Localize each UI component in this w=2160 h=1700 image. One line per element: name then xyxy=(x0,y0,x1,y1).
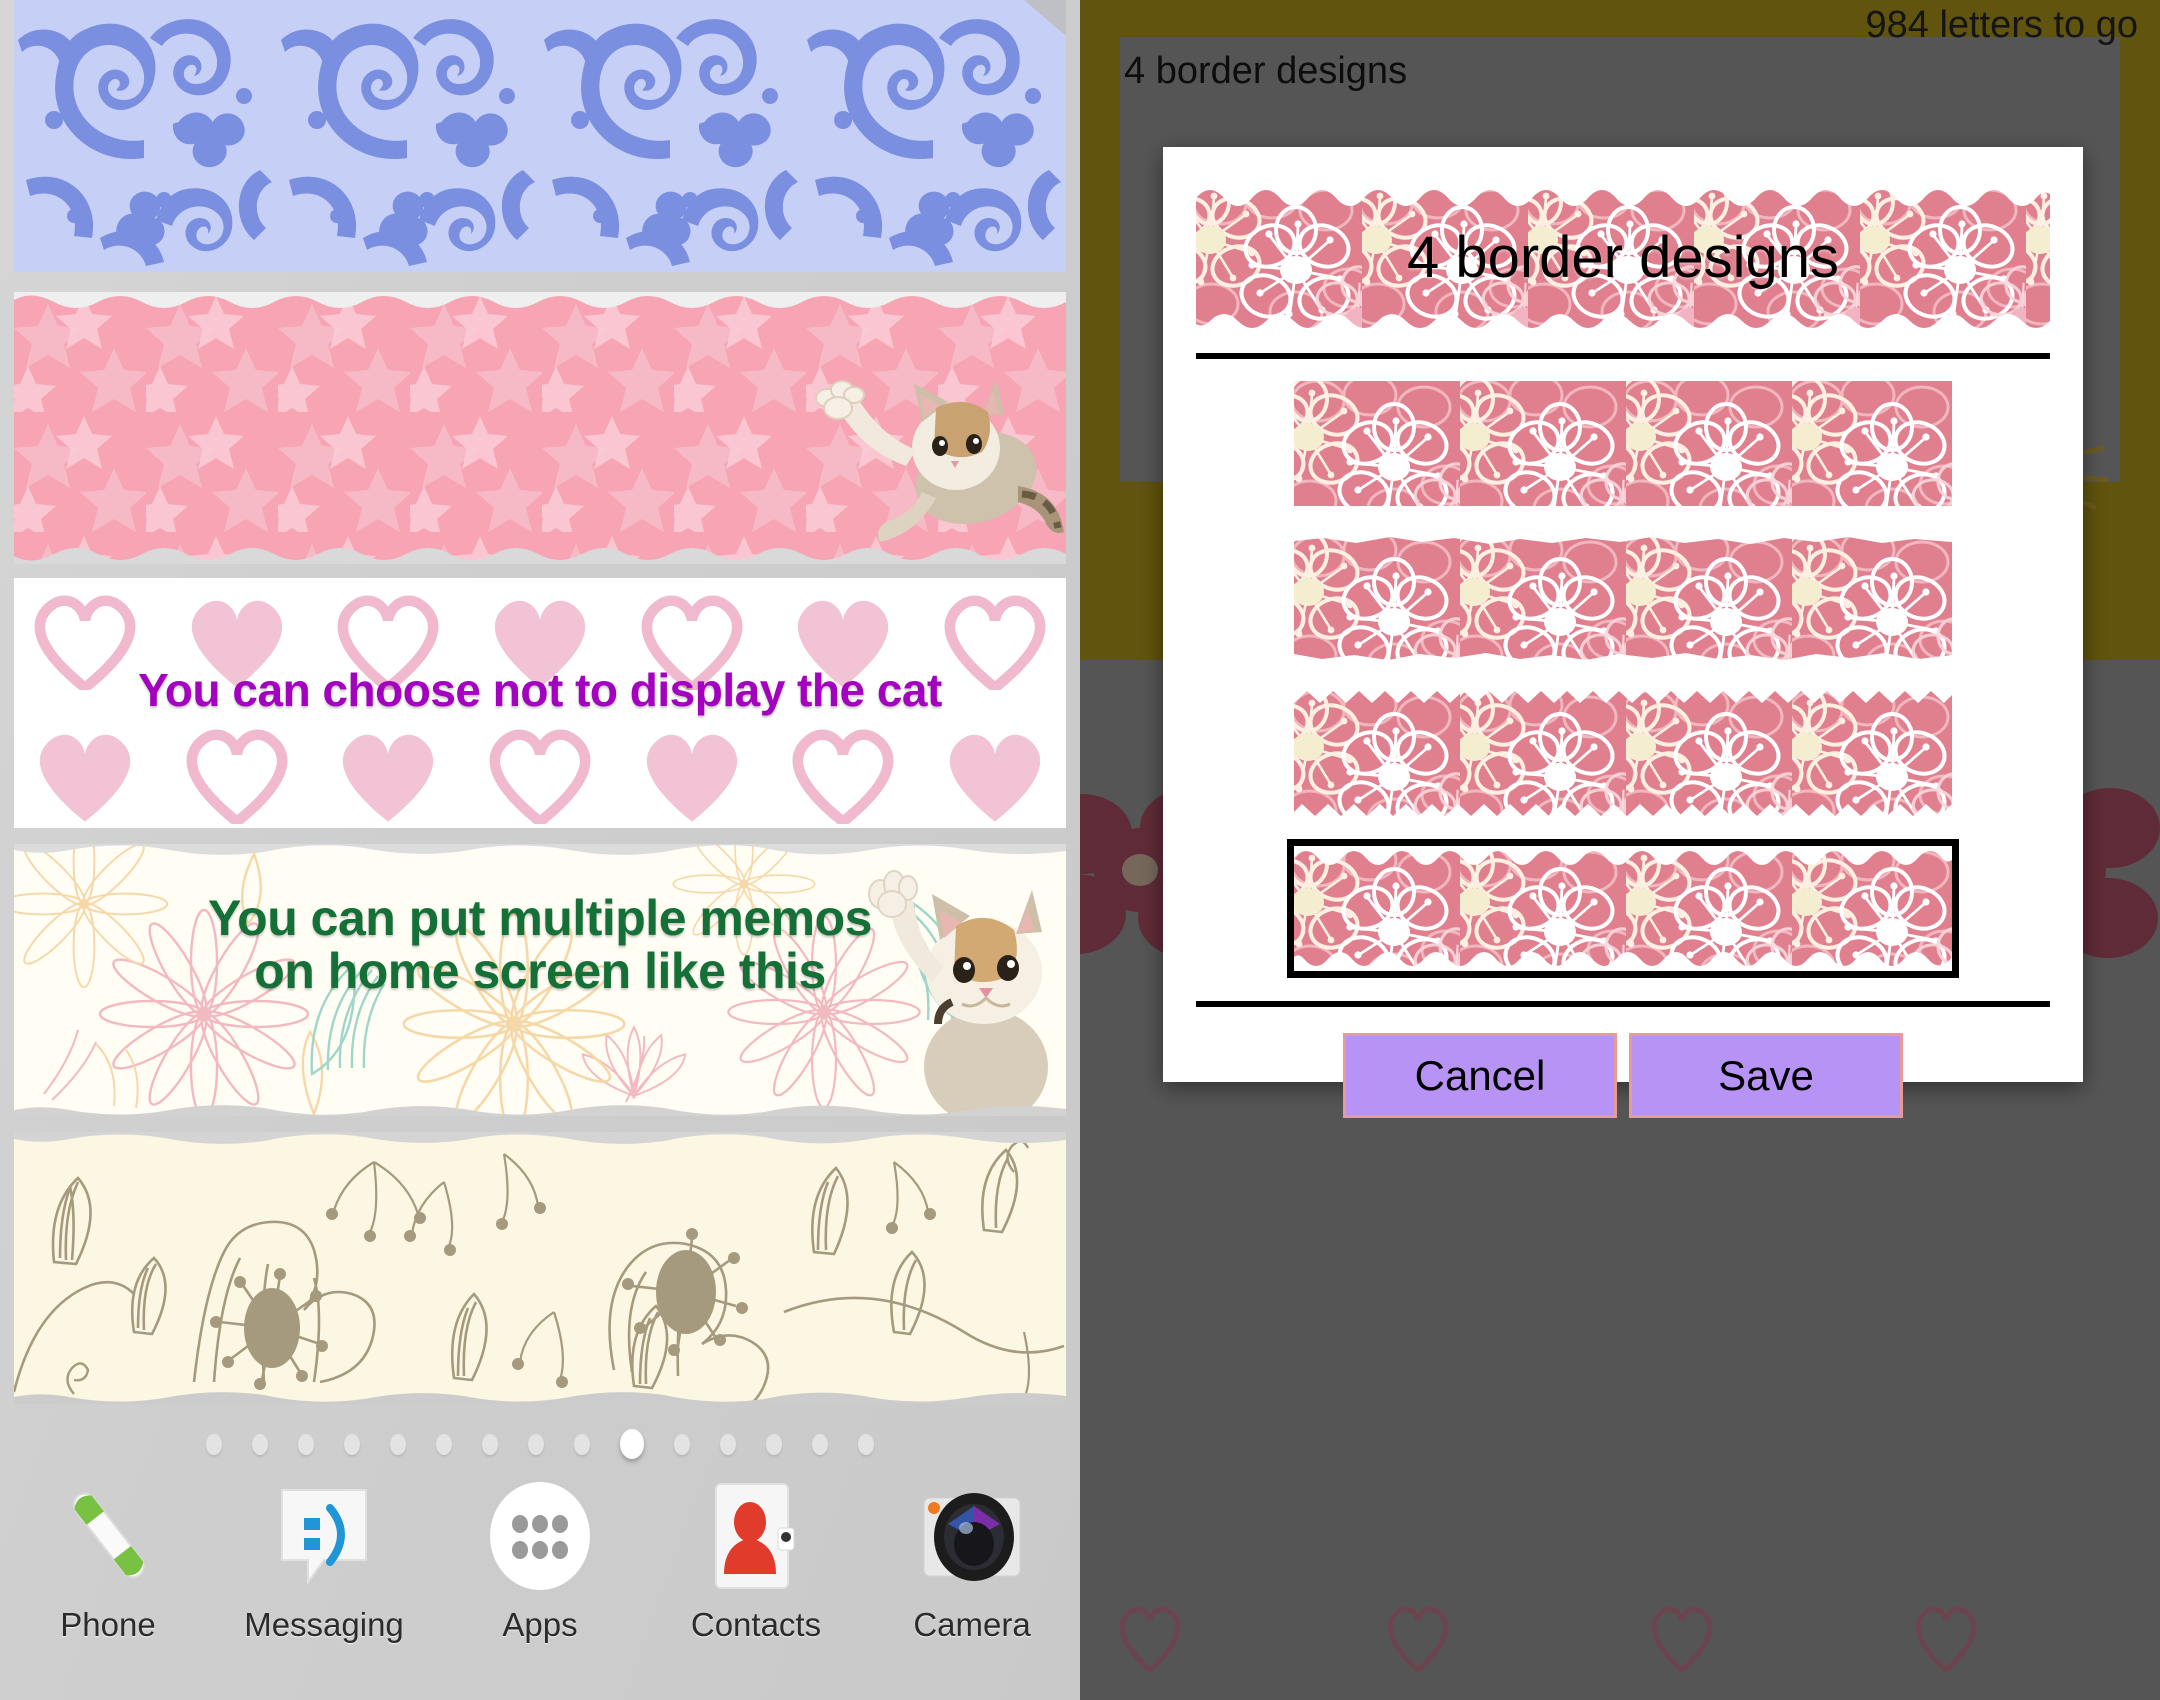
jumping-cat-image xyxy=(815,380,1064,542)
widget-hearts-memo[interactable]: You can choose not to display the cat xyxy=(14,578,1066,828)
torn-paper-edge-top xyxy=(14,1132,1066,1144)
dock-item-contacts[interactable]: Contacts xyxy=(648,1468,864,1700)
blue-damask-pattern xyxy=(14,0,1066,272)
dock-label: Contacts xyxy=(690,1606,822,1643)
page-dot[interactable] xyxy=(766,1433,782,1455)
border-designs-dialog: 4 border designs Cancel Save xyxy=(1163,147,2083,1118)
border-swatch-scallop xyxy=(1294,851,1952,966)
widget-blue-damask-border[interactable] xyxy=(14,0,1066,272)
dock-label: Messaging xyxy=(244,1606,404,1643)
page-dot[interactable] xyxy=(298,1433,314,1455)
dialog-option-list xyxy=(1163,381,2083,978)
border-option-1[interactable] xyxy=(1294,381,1952,506)
standing-cat-image xyxy=(868,870,1048,1116)
widget-sakura-cat-border[interactable] xyxy=(14,292,1066,564)
heart-icon xyxy=(39,734,131,822)
save-button[interactable]: Save xyxy=(1629,1033,1903,1118)
widget-memo-text: You can choose not to display the cat xyxy=(138,664,942,716)
page-dot[interactable] xyxy=(436,1433,452,1455)
border-picker-screen: 984 letters to go 4 border designs 4 bor… xyxy=(1080,0,2160,1700)
widget-flower-memo[interactable]: You can put multiple memos on home scree… xyxy=(14,844,1066,1116)
dock-item-phone[interactable]: Phone xyxy=(0,1468,216,1700)
page-indicator[interactable] xyxy=(0,1424,1080,1464)
border-swatch-torn xyxy=(1294,537,1952,660)
page-dot[interactable] xyxy=(344,1433,360,1455)
home-screen: You can choose not to display the cat Yo… xyxy=(0,0,1080,1700)
widget-cream-botanical-border[interactable] xyxy=(14,1132,1066,1404)
cancel-button[interactable]: Cancel xyxy=(1343,1033,1617,1118)
page-dot-active[interactable] xyxy=(620,1429,644,1459)
page-dot[interactable] xyxy=(206,1433,222,1455)
page-dot[interactable] xyxy=(858,1433,874,1455)
heart-icon xyxy=(646,734,737,822)
page-dot[interactable] xyxy=(574,1433,590,1455)
dock-item-apps[interactable]: Apps xyxy=(432,1468,648,1700)
dock-label: Phone xyxy=(60,1606,156,1643)
heart-icon xyxy=(343,734,434,822)
dock-item-messaging[interactable]: Messaging xyxy=(216,1468,432,1700)
dialog-title: 4 border designs xyxy=(1406,225,1840,290)
heart-row-bottom xyxy=(14,724,1066,824)
dialog-actions: Cancel Save xyxy=(1163,1033,2083,1118)
contact-person-icon xyxy=(700,1480,812,1592)
border-swatch-straight xyxy=(1294,381,1952,506)
page-dot[interactable] xyxy=(252,1433,268,1455)
dock-label: Camera xyxy=(913,1606,1031,1643)
page-dot[interactable] xyxy=(528,1433,544,1455)
page-dot[interactable] xyxy=(390,1433,406,1455)
dock-item-camera[interactable]: Camera xyxy=(864,1468,1080,1700)
border-swatch-zigzag xyxy=(1294,691,1952,816)
dock-label: Apps xyxy=(502,1606,578,1643)
torn-paper-edge-bottom xyxy=(14,1392,1066,1404)
border-option-3[interactable] xyxy=(1294,691,1952,816)
heart-icon xyxy=(186,729,287,824)
heart-icon xyxy=(489,729,591,824)
app-grid-icon xyxy=(484,1480,596,1592)
heart-icon xyxy=(793,729,894,824)
dock: Phone Messaging Apps Contacts Camera xyxy=(0,1468,1080,1700)
dialog-divider-top xyxy=(1196,353,2050,359)
page-dot[interactable] xyxy=(674,1433,690,1455)
phone-handset-icon xyxy=(52,1480,164,1592)
border-option-2[interactable] xyxy=(1294,536,1952,661)
page-dot[interactable] xyxy=(720,1433,736,1455)
torn-paper-edge-bottom xyxy=(14,1105,1066,1116)
dialog-divider-bottom xyxy=(1196,1001,2050,1007)
camera-lens-icon xyxy=(916,1480,1028,1592)
page-dot[interactable] xyxy=(482,1433,498,1455)
speech-bubble-icon xyxy=(268,1480,380,1592)
heart-icon xyxy=(949,734,1041,822)
dialog-header-preview: 4 border designs xyxy=(1196,184,2050,331)
cream-botanical-pattern xyxy=(14,1132,1066,1404)
border-option-4-selected[interactable] xyxy=(1287,839,1959,978)
page-dot[interactable] xyxy=(812,1433,828,1455)
torn-paper-edge-top xyxy=(14,844,1066,855)
